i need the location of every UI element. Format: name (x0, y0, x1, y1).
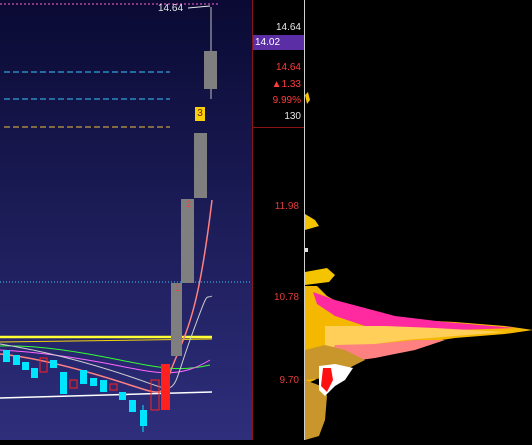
wave-label-3: 3 (195, 107, 205, 121)
info-price: 14.64 (275, 62, 301, 73)
current-price-badge: 14.02 (253, 35, 305, 50)
breakout-candle (161, 364, 170, 410)
chip-flag-2 (305, 248, 308, 252)
chip-distribution-svg (305, 92, 532, 440)
chip-flag-1 (305, 214, 319, 230)
chip-distribution-panel[interactable] (304, 0, 532, 440)
wave-label-2: 2 (186, 199, 192, 209)
price-axis: 14.64 14.02 14.64 ▲1.33 9.99% 130 11.98 … (252, 0, 305, 440)
info-change: ▲1.33 (271, 79, 301, 90)
top-price-label: 14.64 (158, 3, 184, 14)
wave-label-1: 1 (175, 283, 181, 293)
candlestick-chart[interactable]: 14.64 1 2 3 (0, 0, 252, 440)
axis-tick-11-98: 11.98 (274, 201, 299, 212)
candlestick-svg (0, 0, 252, 440)
chip-flag-3 (305, 268, 335, 285)
info-volume: 130 (284, 111, 301, 122)
info-percent: 9.99% (272, 95, 301, 106)
axis-tick-10-78: 10.78 (273, 292, 299, 303)
axis-separator (253, 127, 305, 128)
chip-flag-top (305, 92, 310, 104)
axis-tick-9-70: 9.70 (279, 375, 299, 386)
high-price-label: 14.64 (275, 22, 301, 33)
